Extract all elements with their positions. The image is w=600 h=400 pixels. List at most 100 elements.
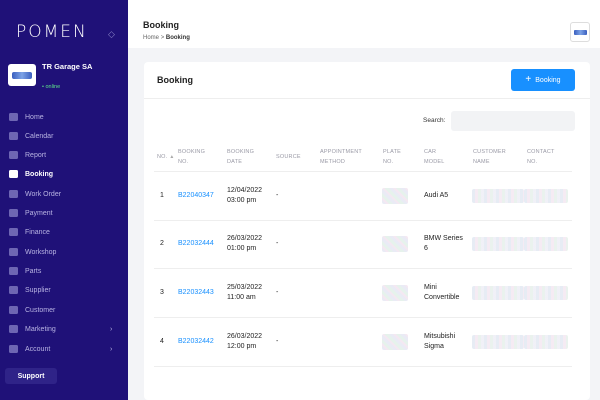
app-logo[interactable]: POMEN	[16, 22, 88, 42]
sidebar-item-label: Supplier	[25, 286, 51, 294]
row-number: 3	[160, 289, 164, 296]
row-divider	[154, 268, 572, 269]
sidebar-item-label: Home	[25, 113, 44, 121]
car-model: Sigma	[424, 343, 444, 350]
breadcrumb-separator: >	[160, 35, 165, 41]
header: Booking Home > Booking	[128, 0, 600, 48]
booking-number-link[interactable]: B22032442	[178, 337, 214, 347]
double-chevron-icon[interactable]: ◇	[108, 29, 115, 40]
sidebar-item-work-order[interactable]: Work Order	[0, 185, 128, 203]
sidebar-item-label: Parts	[25, 267, 42, 275]
customer-name-redacted	[472, 237, 524, 251]
marketing-icon	[9, 325, 18, 333]
workshop-icon	[9, 248, 18, 256]
payment-icon	[9, 209, 18, 217]
add-booking-label: Booking	[535, 76, 561, 84]
booking-time: 01:00 pm	[227, 245, 257, 252]
tools-icon	[9, 267, 18, 275]
sidebar-item-parts[interactable]: Parts	[0, 262, 128, 280]
sidebar-item-report[interactable]: Report	[0, 146, 128, 164]
customer-name-redacted	[472, 189, 524, 203]
sidebar-item-label: Finance	[25, 228, 50, 236]
contact-number-redacted	[524, 237, 568, 251]
booking-icon	[9, 170, 18, 178]
customer-icon	[9, 306, 18, 314]
customer-name-redacted	[472, 286, 524, 300]
garage-logo	[8, 64, 36, 86]
card-divider	[144, 98, 590, 99]
plus-icon: +	[525, 74, 532, 85]
sidebar-item-workshop[interactable]: Workshop	[0, 243, 128, 261]
car-model: BMW Series	[424, 235, 463, 242]
row-number: 4	[160, 338, 164, 345]
home-icon	[9, 113, 18, 121]
row-divider	[154, 366, 572, 367]
column-header[interactable]: NO. ▲	[157, 152, 175, 162]
sidebar-item-label: Calendar	[25, 132, 54, 140]
sidebar-item-booking[interactable]: Booking	[0, 165, 128, 183]
booking-date: 12/04/2022	[227, 187, 263, 194]
booking-source: -	[276, 192, 279, 199]
add-booking-button[interactable]: + Booking	[511, 69, 575, 91]
booking-source: -	[276, 338, 279, 345]
booking-source: -	[276, 240, 279, 247]
sidebar-item-label: Marketing	[25, 325, 56, 333]
chart-icon	[9, 151, 18, 159]
sidebar-item-customer[interactable]: Customer	[0, 301, 128, 319]
sidebar-item-finance[interactable]: Finance	[0, 223, 128, 241]
column-header[interactable]: CUSTOMER NAME	[473, 147, 506, 167]
search-input[interactable]	[451, 111, 575, 131]
sidebar-item-calendar[interactable]: Calendar	[0, 127, 128, 145]
booking-number-link[interactable]: B22040347	[178, 191, 214, 201]
calendar-icon	[9, 132, 18, 140]
garage-name: TR Garage SA	[42, 62, 93, 71]
column-header[interactable]: APPOINTMENT METHOD	[320, 147, 362, 167]
sort-asc-icon[interactable]: ▲	[169, 154, 174, 160]
booking-number-link[interactable]: B22032443	[178, 288, 214, 298]
avatar[interactable]	[570, 22, 590, 42]
sidebar-item-marketing[interactable]: Marketing ›	[0, 320, 128, 338]
header-divider	[154, 171, 572, 172]
sidebar-item-label: Payment	[25, 209, 53, 217]
sidebar-item-supplier[interactable]: Supplier	[0, 281, 128, 299]
contact-number-redacted	[524, 286, 568, 300]
booking-number-link[interactable]: B22032444	[178, 239, 214, 249]
sidebar-item-home[interactable]: Home	[0, 108, 128, 126]
support-button[interactable]: Support	[5, 368, 57, 384]
car-model: Convertible	[424, 294, 460, 301]
booking-source: -	[276, 289, 279, 296]
plate-number-redacted	[382, 236, 408, 252]
sidebar-item-label: Customer	[25, 306, 56, 314]
car-model: 6	[424, 245, 428, 252]
sidebar-item-payment[interactable]: Payment	[0, 204, 128, 222]
plate-number-redacted	[382, 334, 408, 350]
booking-time: 03:00 pm	[227, 197, 257, 204]
booking-date: 26/03/2022	[227, 333, 263, 340]
car-model: Mini	[424, 284, 437, 291]
sidebar-item-label: Workshop	[25, 248, 57, 256]
column-header[interactable]: SOURCE	[276, 152, 301, 162]
sidebar-item-label: Work Order	[25, 190, 62, 198]
sidebar-item-account[interactable]: Account ›	[0, 340, 128, 358]
breadcrumb: Home > Booking	[143, 35, 190, 41]
sidebar-item-label: Report	[25, 151, 47, 159]
row-divider	[154, 317, 572, 318]
chevron-right-icon: ›	[110, 325, 113, 333]
booking-time: 11:00 am	[227, 294, 256, 301]
booking-date: 26/03/2022	[227, 235, 263, 242]
supplier-icon	[9, 286, 18, 294]
car-model: Audi A5	[424, 192, 449, 199]
sidebar: POMEN ◇ TR Garage SA • online Home Calend…	[0, 0, 128, 400]
plate-number-redacted	[382, 285, 408, 301]
column-header[interactable]: BOOKING DATE	[227, 147, 254, 167]
row-number: 1	[160, 192, 164, 199]
page-title: Booking	[143, 20, 179, 30]
column-header[interactable]: BOOKING NO.	[178, 147, 205, 167]
column-header[interactable]: CONTACT NO.	[527, 147, 555, 167]
contact-number-redacted	[524, 335, 568, 349]
column-header[interactable]: PLATE NO.	[383, 147, 401, 167]
chevron-right-icon: ›	[110, 345, 113, 353]
row-number: 2	[160, 240, 164, 247]
column-header[interactable]: CAR MODEL	[424, 147, 445, 167]
breadcrumb-home[interactable]: Home	[143, 35, 159, 41]
